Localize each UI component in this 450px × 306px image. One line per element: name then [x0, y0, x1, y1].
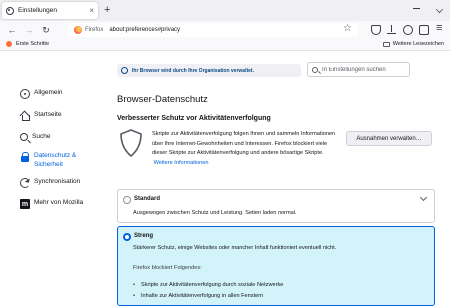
etp-description-text: Skripte zur Aktivitätenverfolgung folgen…	[152, 131, 336, 157]
policy-link[interactable]: Ihr Browser wird durch Ihre Organisation…	[132, 68, 254, 74]
minimize-icon[interactable]	[413, 8, 420, 9]
url-text[interactable]: about:preferences#privacy	[109, 27, 180, 33]
etp-description: Skripte zur Aktivitätenverfolgung folgen…	[152, 130, 342, 168]
firefox-logo-icon	[74, 26, 82, 34]
option-strict[interactable]: Streng Stärkerer Schutz, einige Websites…	[117, 226, 435, 306]
bookmark-label: Erste Schritte	[16, 41, 50, 47]
sidebar-item-suche[interactable]: Suche	[20, 133, 50, 141]
sidebar-item-label: Startseite	[34, 111, 62, 118]
gear-icon	[6, 6, 14, 15]
list-all-tabs-icon[interactable]	[435, 5, 444, 14]
gear-icon	[20, 89, 30, 99]
tab-title: Einstellungen	[18, 7, 58, 14]
strict-description: Stärkerer Schutz, einige Websites oder m…	[133, 245, 337, 251]
mozilla-icon: m	[20, 199, 30, 209]
identity-label: Firefox	[85, 27, 104, 33]
other-bookmarks[interactable]: Weitere Lesezeichen	[382, 41, 444, 47]
manage-exceptions-button[interactable]: Ausnahmen verwalten…	[346, 131, 432, 146]
extensions-icon[interactable]	[419, 25, 429, 35]
tab-einstellungen[interactable]: Einstellungen ×	[2, 2, 98, 19]
tab-strip: Einstellungen × +	[0, 0, 450, 21]
standard-label: Standard	[134, 196, 161, 202]
sidebar-item-startseite[interactable]: Startseite	[20, 111, 61, 121]
learn-more-link[interactable]: Weitere Informationen	[154, 160, 209, 166]
back-button[interactable]: ←	[6, 24, 18, 36]
chevron-down-icon[interactable]	[419, 193, 428, 202]
reload-button[interactable]: ↻	[40, 24, 52, 36]
etp-heading: Verbesserter Schutz vor Aktivitätenverfo…	[117, 115, 271, 122]
app-menu-icon[interactable]	[435, 22, 445, 35]
sidebar-item-label: Allgemein	[34, 89, 63, 96]
url-bar[interactable]: Firefox about:preferences#privacy ☆	[68, 23, 358, 37]
shield-icon	[120, 129, 142, 157]
bookmarks-toolbar: Erste Schritte Weitere Lesezeichen	[0, 40, 450, 51]
sidebar-item-synchronisation[interactable]: Synchronisation	[20, 178, 80, 188]
bookmark-erste-schritte[interactable]: Erste Schritte	[6, 41, 49, 47]
strict-radio[interactable]	[123, 233, 131, 241]
home-icon	[20, 111, 30, 121]
navigation-toolbar: ← → ↻ Firefox about:preferences#privacy …	[0, 21, 450, 40]
sidebar-item-mozilla[interactable]: m Mehr von Mozilla	[20, 199, 83, 209]
strict-blocked-list: Skripte zur Aktivitätenverfolgung durch …	[133, 282, 283, 304]
option-standard[interactable]: Standard Ausgewogen zwischen Schutz und …	[117, 189, 435, 223]
sidebar-item-label: Suche	[32, 133, 51, 140]
download-icon[interactable]	[387, 25, 397, 35]
preferences-page: Ihr Browser wird durch Ihre Organisation…	[0, 51, 450, 306]
list-item: Skripte zur Aktivitätenverfolgung durch …	[133, 282, 283, 288]
forward-button[interactable]: →	[23, 24, 35, 36]
list-item: Inhalte zur Aktivitätenverfolgung in all…	[133, 293, 283, 299]
firefox-bookmark-icon	[6, 41, 12, 47]
policy-notice[interactable]: Ihr Browser wird durch Ihre Organisation…	[117, 64, 301, 77]
standard-radio[interactable]	[123, 196, 131, 204]
strict-blocks-heading: Firefox blockiert Folgendes:	[133, 265, 202, 271]
sidebar-item-label: Datenschutz & Sicherheit	[34, 152, 77, 168]
sidebar-item-allgemein[interactable]: Allgemein	[20, 89, 63, 99]
tab-close-button[interactable]: ×	[89, 6, 94, 15]
sync-icon	[20, 178, 30, 188]
new-tab-button[interactable]: +	[104, 4, 110, 16]
pocket-icon[interactable]	[371, 25, 381, 35]
sidebar-item-label: Synchronisation	[34, 178, 81, 185]
account-icon[interactable]	[403, 25, 413, 35]
sidebar-item-label: Mehr von Mozilla	[34, 199, 84, 206]
other-bookmarks-label: Weitere Lesezeichen	[392, 41, 444, 47]
settings-search-input[interactable]	[322, 66, 407, 73]
lock-icon	[20, 152, 30, 162]
info-icon	[121, 67, 128, 74]
search-icon	[312, 66, 318, 73]
folder-icon	[382, 41, 390, 47]
settings-search[interactable]	[307, 62, 410, 77]
strict-label: Streng	[134, 233, 154, 239]
search-icon	[20, 133, 28, 141]
bookmark-star-icon[interactable]: ☆	[343, 23, 352, 34]
page-title: Browser-Datenschutz	[117, 94, 208, 105]
standard-description: Ausgewogen zwischen Schutz und Leistung.…	[133, 210, 297, 216]
sidebar-item-datenschutz[interactable]: Datenschutz & Sicherheit	[20, 152, 86, 169]
